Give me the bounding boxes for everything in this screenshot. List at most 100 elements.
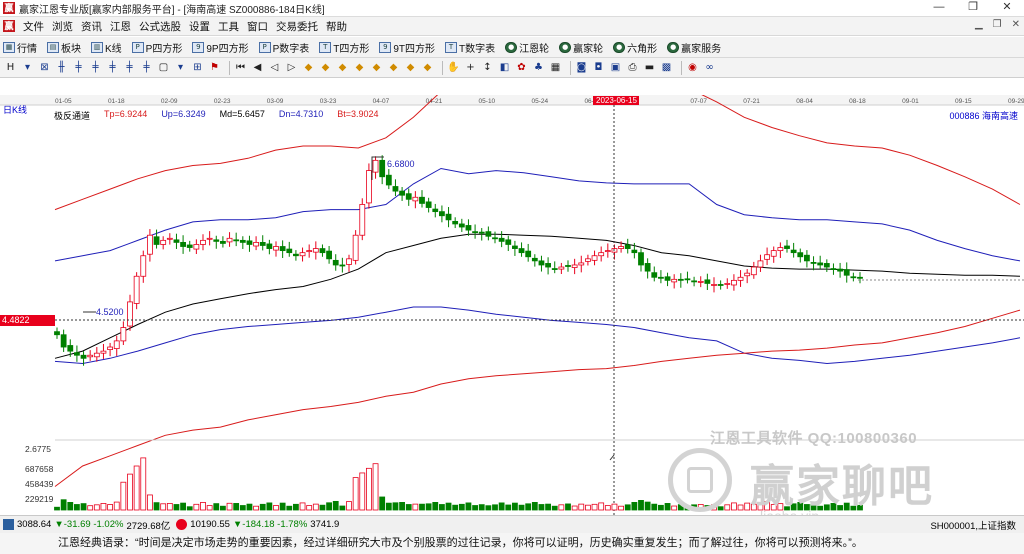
volume-bar — [299, 502, 306, 511]
diamond3-icon[interactable]: ◆ — [336, 61, 349, 74]
bars3-icon[interactable]: ╪ — [106, 61, 119, 74]
crosshair-icon[interactable]: + — [464, 61, 477, 74]
doc-icon[interactable]: ▣ — [609, 61, 622, 74]
bars-icon[interactable]: ╪ — [72, 61, 85, 74]
candle-body — [120, 327, 127, 342]
volume-bar — [319, 504, 326, 511]
volume-bar — [266, 502, 273, 511]
volume-bar — [525, 503, 532, 511]
diamond8-icon[interactable]: ◆ — [421, 61, 434, 74]
print-icon[interactable]: ⎙ — [626, 61, 639, 74]
flag-icon[interactable]: ⚑ — [208, 61, 221, 74]
menu-file[interactable]: 文件 — [19, 19, 48, 34]
toolbar-kline-button[interactable]: ▥ K线 — [88, 40, 122, 55]
restore-icon[interactable]: ❐ — [956, 0, 990, 16]
toolbar-quotes-button[interactable]: ▦ 行情 — [0, 40, 37, 55]
diamond4-icon[interactable]: ◆ — [353, 61, 366, 74]
play-back-icon[interactable]: ◁ — [268, 61, 281, 74]
date-tick-label: 08-18 — [849, 98, 866, 105]
toolbar-9p-square-button[interactable]: 9 9P四方形 — [189, 40, 249, 55]
candle-body — [631, 249, 638, 254]
bars2-icon[interactable]: ╪ — [89, 61, 102, 74]
calendar-icon[interactable]: ▦ — [549, 61, 562, 74]
toolbar-gann-wheel-button[interactable]: ● 江恩轮 — [502, 40, 549, 55]
toolbar-p-table-button[interactable]: P P数字表 — [256, 40, 309, 55]
toolbar-sector-button[interactable]: ▤ 板块 — [44, 40, 81, 55]
hand-icon[interactable]: ✋ — [447, 61, 460, 74]
volume-bar — [472, 505, 478, 511]
sz-index-value[interactable]: 10190.55 — [190, 519, 230, 530]
menu-tools[interactable]: 工具 — [214, 19, 243, 34]
shape-icon[interactable]: ◧ — [498, 61, 511, 74]
cursor-h-icon[interactable]: H — [4, 61, 17, 74]
toolbar-service-button[interactable]: ● 赢家服务 — [664, 40, 721, 55]
volume-bar — [744, 502, 751, 511]
menu-info[interactable]: 资讯 — [77, 19, 106, 34]
tree-icon[interactable]: ♣ — [532, 61, 545, 74]
candle-body — [306, 250, 313, 253]
menu-help[interactable]: 帮助 — [322, 19, 351, 34]
diamond5-icon[interactable]: ◆ — [370, 61, 383, 74]
toolbar-9t-square-button[interactable]: 9 9T四方形 — [376, 40, 435, 55]
candle-body — [273, 246, 279, 251]
status-code[interactable]: SH000001,上证指数 — [930, 518, 1016, 532]
diamond7-icon[interactable]: ◆ — [404, 61, 417, 74]
play-icon[interactable]: ▷ — [285, 61, 298, 74]
toolbar-winner-wheel-button[interactable]: ● 赢家轮 — [556, 40, 603, 55]
candle-body — [458, 223, 465, 228]
sz-index-icon — [176, 519, 188, 530]
menu-window[interactable]: 窗口 — [243, 19, 272, 34]
volume-bar — [419, 503, 425, 511]
menu-formula[interactable]: 公式选股 — [135, 19, 185, 34]
prev-icon[interactable]: ◀ — [251, 61, 264, 74]
mdi-restore-icon[interactable]: ❐ — [993, 19, 1002, 30]
first-icon[interactable]: ⏮ — [234, 61, 247, 74]
mdi-close-icon[interactable]: ✕ — [1012, 19, 1020, 30]
candle-body — [518, 248, 525, 254]
color-wheel-icon[interactable]: ◉ — [686, 61, 699, 74]
dropdown-icon[interactable]: ▾ — [174, 61, 187, 74]
volume-bar — [220, 505, 226, 511]
box-icon[interactable]: ▩ — [660, 61, 673, 74]
grid-icon: ▦ — [3, 41, 15, 53]
toolbar-label: 赢家轮 — [573, 43, 604, 55]
menu-browse[interactable]: 浏览 — [48, 19, 77, 34]
drag-icon[interactable]: ↕ — [481, 61, 494, 74]
volume-bar — [200, 502, 206, 511]
volume-bar — [671, 505, 678, 511]
candle-body — [671, 278, 678, 283]
toolbar-t-square-button[interactable]: T T四方形 — [316, 40, 369, 55]
kline-type-icon[interactable]: ╫ — [55, 61, 68, 74]
toolbar-hexagon-button[interactable]: ● 六角形 — [610, 40, 657, 55]
volume-bar — [80, 503, 87, 511]
diamond6-icon[interactable]: ◆ — [387, 61, 400, 74]
diamond2-icon[interactable]: ◆ — [319, 61, 332, 74]
close-icon[interactable]: ✕ — [990, 0, 1024, 16]
diamond1-icon[interactable]: ◆ — [302, 61, 315, 74]
menu-trade[interactable]: 交易委托 — [272, 19, 322, 34]
settings-icon[interactable]: ⊞ — [191, 61, 204, 74]
period-icon[interactable]: ▢ — [157, 61, 170, 74]
mdi-minimize-icon[interactable]: ▁ — [975, 19, 983, 30]
date-tick-label: 07-21 — [743, 98, 760, 105]
toolbar-p-square-button[interactable]: P P四方形 — [129, 40, 182, 55]
volume-bar — [571, 505, 578, 511]
gann-quote: 江恩经典语录：“时间是决定市场走势的重要因素，经过详细研究大市及个别股票的过往记… — [0, 533, 1024, 554]
toolbar-t-table-button[interactable]: T T数字表 — [442, 40, 495, 55]
menu-gann[interactable]: 江恩 — [106, 19, 135, 34]
floppy-icon[interactable]: ◙ — [575, 61, 588, 74]
menu-arrow-icon[interactable]: ▾ — [21, 61, 34, 74]
volume-bar — [226, 502, 233, 511]
car-icon[interactable]: ▬ — [643, 61, 656, 74]
infinity-icon[interactable]: ∞ — [703, 61, 716, 74]
disk-icon[interactable]: ◘ — [592, 61, 605, 74]
volume-bar — [332, 500, 339, 511]
sh-index-value[interactable]: 3088.64 — [17, 519, 51, 530]
volume-bar — [173, 504, 180, 511]
gift-icon[interactable]: ✿ — [515, 61, 528, 74]
minimize-icon[interactable]: — — [922, 0, 956, 16]
menu-settings[interactable]: 设置 — [185, 19, 214, 34]
bars4-icon[interactable]: ╪ — [123, 61, 136, 74]
pattern-icon[interactable]: ⊠ — [38, 61, 51, 74]
bars5-icon[interactable]: ╪ — [140, 61, 153, 74]
